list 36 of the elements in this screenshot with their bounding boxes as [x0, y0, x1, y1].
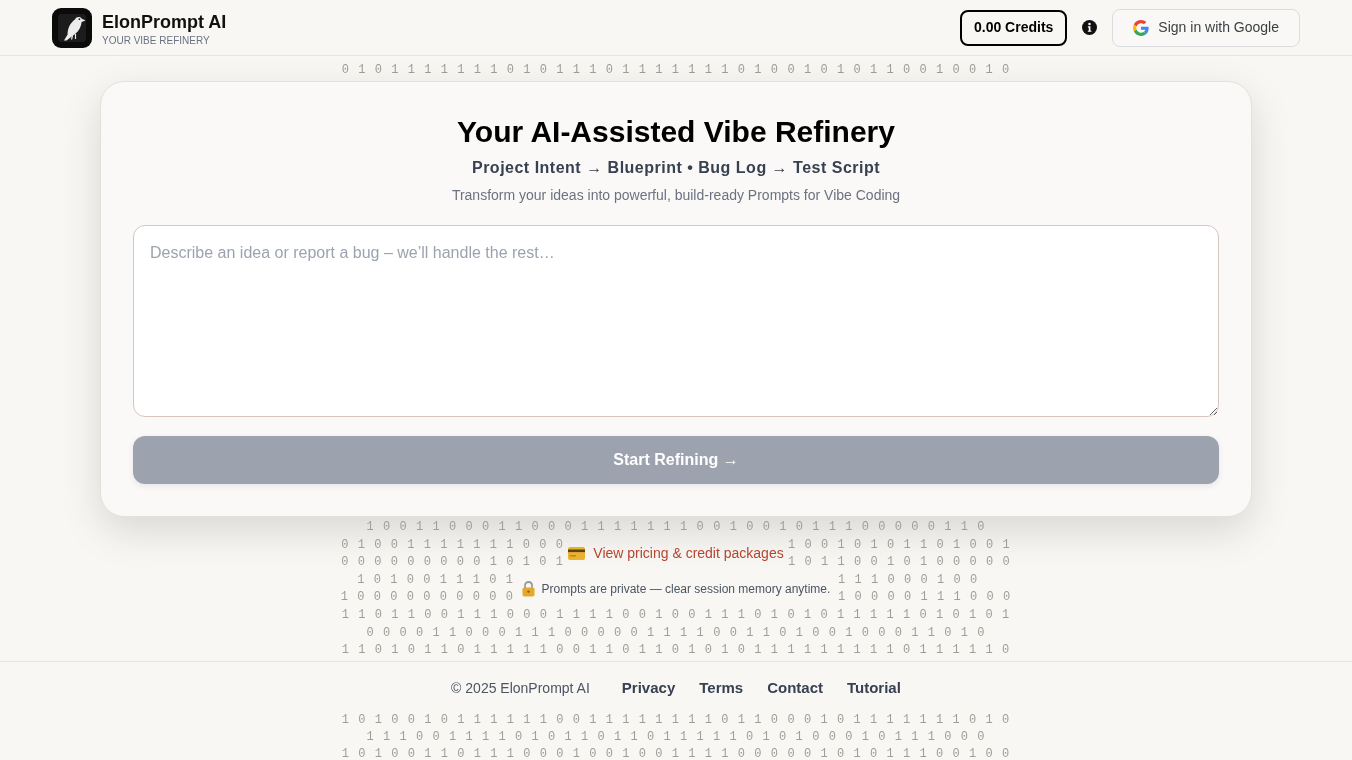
binary-text: 1 1 0 1 1 0 0 1 1 1 0 0 0 1 1 1 1 0 0 1 0 0 1 1 1 0 1 0 1 0 1 1 1 1 1 0 1 0 1 0 1 [341, 608, 1011, 621]
credit-card-icon [568, 546, 586, 560]
prompt-input[interactable]: Describe an idea or report a bug – we’ll handle the rest… [133, 225, 1219, 417]
binary-text: 1 0 0 0 0 0 0 0 0 0 0 [340, 591, 514, 604]
google-sign-in-button[interactable]: Sign in with Google [1112, 8, 1300, 47]
brand-name: ElonPrompt AI [102, 11, 227, 33]
binary-text: 0 0 0 0 1 1 0 0 0 1 1 1 0 0 0 0 0 1 1 1 1 0 0 1 1 0 1 0 0 1 0 0 0 1 1 0 1 0 [366, 626, 986, 639]
info-icon[interactable] [1082, 20, 1098, 35]
footer-link[interactable]: Tutorial [847, 677, 901, 700]
binary-text: 0 1 0 0 1 1 1 1 1 1 1 0 0 0 [341, 538, 564, 551]
binary-text: 1 1 1 0 0 1 1 1 1 0 1 0 1 1 0 1 1 0 1 1 1 1 1 0 1 0 1 0 0 0 1 0 1 1 1 0 0 0 [366, 731, 986, 744]
binary-text: 1 0 0 0 0 1 1 1 0 0 0 [838, 591, 1012, 604]
footer-link[interactable]: Privacy [621, 677, 676, 700]
brand-tagline: YOUR VIBE REFINERY [102, 35, 211, 47]
binary-text: 1 0 1 0 0 1 1 0 1 1 1 0 0 0 1 0 0 1 0 0 1 1 1 1 0 0 0 0 0 1 0 1 0 1 1 1 0 0 1 0 0 [341, 748, 1011, 760]
binary-text: 1 0 1 1 0 0 1 0 1 0 0 0 0 0 [788, 556, 1011, 569]
hero-description: Transform your ideas into powerful, build-ready Prompts for Vibe Coding [451, 186, 901, 205]
binary-text: 1 0 1 0 0 1 0 1 1 1 1 1 1 0 0 1 1 1 1 1 1 1 1 0 1 1 0 0 0 1 0 1 1 1 1 1 1 1 0 1 0 [341, 714, 1011, 727]
binary-text: 1 0 0 1 1 0 0 0 1 1 0 0 0 1 1 1 1 1 1 1 0 0 1 0 0 1 0 1 1 1 0 0 0 0 0 1 1 0 [366, 521, 986, 533]
hero-title: Your AI-Assisted Vibe Refinery [457, 114, 895, 150]
footer-link[interactable]: Terms [699, 677, 744, 700]
bird-logo-icon [52, 7, 92, 48]
copyright-text: © 2025 ElonPrompt AI [451, 679, 590, 699]
lock-icon [521, 580, 535, 597]
binary-text: 0 1 0 1 1 1 1 1 1 1 0 1 0 1 1 1 0 1 1 1 1 1 1 1 0 1 0 0 1 0 1 0 1 1 0 0 1 0 0 1 0 [341, 64, 1011, 76]
binary-text: 1 0 1 0 0 1 1 1 0 1 [357, 573, 514, 586]
flow-subtitle: Project Intent → Blueprint • Bug Log → Test Script [471, 158, 881, 178]
credits-button[interactable]: 0.00 Credits [960, 9, 1068, 46]
footer-link[interactable]: Contact [767, 677, 823, 700]
binary-text: 1 1 1 0 0 0 1 0 0 [838, 573, 979, 586]
privacy-note: Prompts are private — clear session memory anytime. [541, 580, 831, 597]
binary-text: 1 0 0 1 0 1 0 1 1 0 1 0 0 1 [788, 538, 1011, 551]
google-g-icon [1133, 19, 1150, 36]
binary-text: 1 1 0 1 0 1 1 0 1 1 1 1 1 0 0 1 1 0 1 1 0 1 0 1 0 1 1 1 1 1 1 1 1 1 0 1 1 1 1 1 0 [341, 644, 1011, 657]
binary-text: 0 0 0 0 0 0 0 0 0 1 0 1 0 1 [341, 556, 564, 569]
pricing-link[interactable]: View pricing & credit packages [568, 543, 784, 564]
